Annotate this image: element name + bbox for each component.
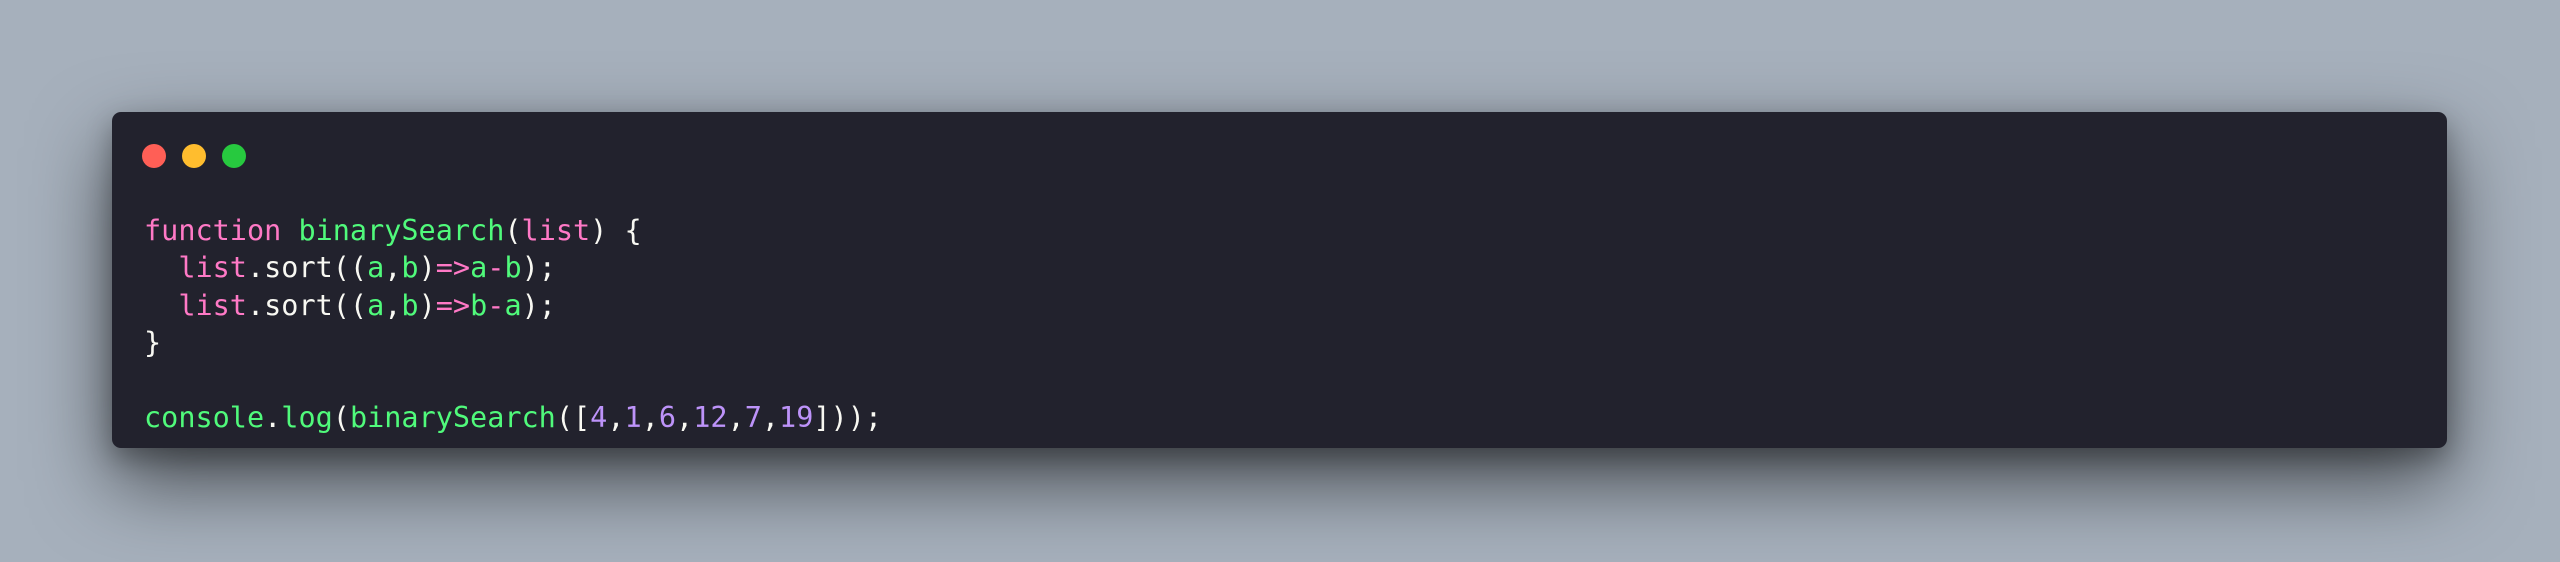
code-block: function binarySearch(list) { list.sort(… [144,212,882,436]
code-line: console.log(binarySearch([4,1,6,12,7,19]… [144,399,882,436]
code-token-plain: ( [504,214,522,247]
code-token-plain: .sort(( [246,251,368,285]
code-token-num: 7 [744,400,762,434]
code-token-plain: , [761,400,780,434]
code-token-op: - [487,288,505,322]
code-token-plain: ) [418,251,436,285]
code-token-num: 12 [693,400,728,434]
code-token-var: list [521,214,591,247]
code-token-plain: , [607,400,625,434]
code-line: } [144,324,882,361]
close-window-dot-icon[interactable] [142,144,166,168]
code-token-op: => [435,288,471,322]
code-token-plain: , [727,400,745,434]
code-token-param: a [367,288,385,322]
code-token-param: b [401,251,419,285]
minimize-window-dot-icon[interactable] [182,144,206,168]
maximize-window-dot-icon[interactable] [222,144,246,168]
code-token-keyword: function [144,214,282,247]
code-token-var: list [178,288,247,322]
code-token-func: console [144,400,265,434]
code-token-plain: ([ [555,400,591,434]
code-token-plain: ) { [590,214,642,247]
code-window: function binarySearch(list) { list.sort(… [112,112,2447,448]
code-token-op: - [487,251,505,285]
code-token-param: b [470,288,488,322]
code-token-plain: , [676,400,694,434]
code-token-plain: .sort(( [246,288,368,322]
code-token-plain: } [144,326,162,360]
code-token-plain: ])); [813,400,883,434]
code-token-num: 19 [779,400,814,434]
code-token-func: binarySearch [349,400,556,434]
code-token-plain: ) [418,288,436,322]
code-token-plain: , [384,251,402,285]
code-token-num: 1 [624,400,642,434]
code-token-op: => [435,251,471,285]
code-token-param: b [504,251,522,285]
code-token-func: log [281,400,333,434]
code-line: list.sort((a,b)=>a-b); [144,249,882,286]
code-token-param: b [401,288,419,322]
code-token-plain: . [264,400,282,434]
code-token-plain: ( [332,400,350,434]
code-token-param: a [367,251,385,285]
code-token-plain: , [384,288,402,322]
code-token-param: a [504,288,522,322]
code-line: list.sort((a,b)=>b-a); [144,287,882,324]
code-token-plain: ); [521,251,556,285]
code-token-num: 4 [590,400,608,434]
code-token-num: 6 [658,400,677,434]
code-line: function binarySearch(list) { [144,212,882,249]
code-token-func: binarySearch [298,214,505,247]
code-token-plain: ); [521,288,556,322]
code-token-param: a [470,251,488,285]
code-token-plain: , [641,400,659,434]
code-token-var: list [178,251,247,285]
